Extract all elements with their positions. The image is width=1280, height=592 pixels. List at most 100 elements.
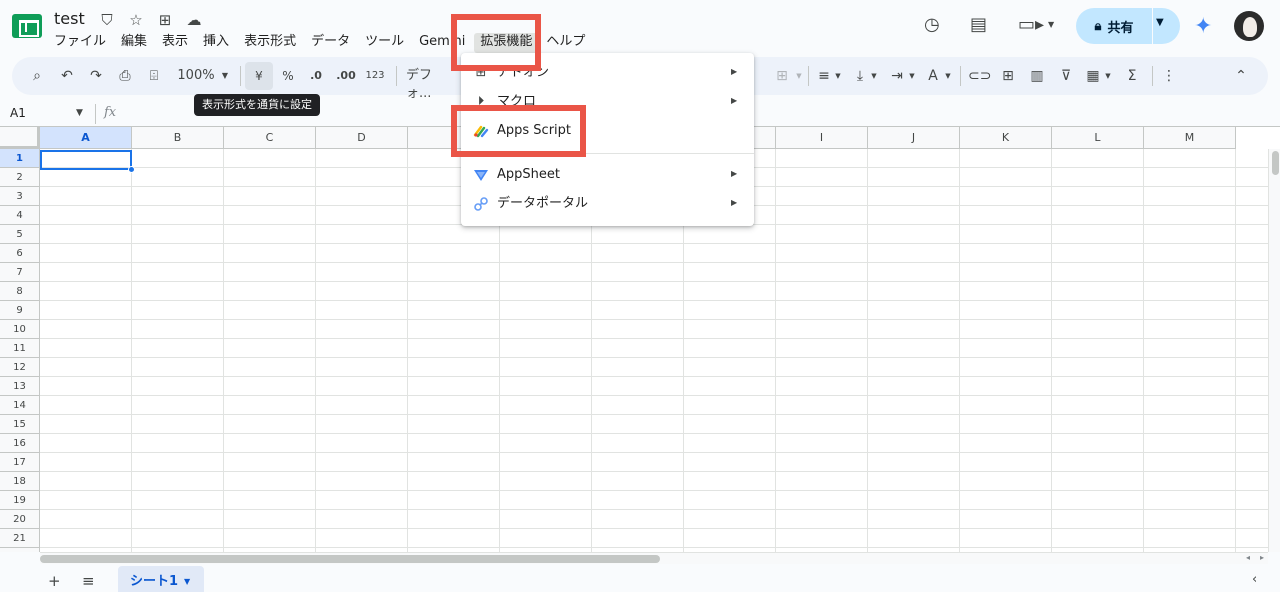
sheets-logo[interactable]	[12, 14, 42, 38]
menu-edit[interactable]: 編集	[121, 33, 154, 53]
vertical-align-icon[interactable]: ⤓	[851, 67, 869, 85]
row-header[interactable]: 4	[0, 206, 40, 225]
menu-data[interactable]: データ	[311, 33, 357, 53]
menu-help[interactable]: ヘルプ	[546, 33, 592, 53]
selected-cell[interactable]	[40, 150, 132, 170]
row-header[interactable]: 20	[0, 510, 40, 529]
insert-comment-icon[interactable]: ⊞	[998, 67, 1018, 85]
add-sheet-icon[interactable]: +	[48, 572, 61, 590]
column-header[interactable]: M	[1144, 127, 1236, 149]
share-caret-icon[interactable]: ▼	[1156, 17, 1164, 28]
sheet-tab[interactable]: シート1	[118, 566, 204, 592]
menu-item-appsheet[interactable]: AppSheet ▶	[461, 162, 754, 190]
row-header[interactable]: 7	[0, 263, 40, 282]
row-header[interactable]: 5	[0, 225, 40, 244]
more-options-icon[interactable]: ⋮	[1160, 67, 1178, 85]
more-formats-button[interactable]: 123	[364, 67, 386, 85]
menu-insert[interactable]: 挿入	[203, 33, 236, 53]
rotation-caret-icon[interactable]: ▼	[944, 67, 952, 85]
paint-format-icon[interactable]: ⌹	[145, 67, 163, 85]
collapse-menus-icon[interactable]: ⌃	[1232, 67, 1250, 85]
row-header[interactable]: 19	[0, 491, 40, 510]
row-header[interactable]: 9	[0, 301, 40, 320]
valign-caret-icon[interactable]: ▼	[870, 67, 878, 85]
row-header[interactable]: 13	[0, 377, 40, 396]
merge-caret-icon[interactable]: ▼	[795, 67, 803, 85]
column-header[interactable]: I	[776, 127, 868, 149]
increase-decimal-button[interactable]: .00	[333, 67, 359, 85]
star-icon[interactable]: ☆	[127, 11, 145, 29]
menu-file[interactable]: ファイル	[54, 33, 113, 53]
filter-views-icon[interactable]: ▦	[1083, 67, 1103, 85]
share-main[interactable]: 🔒︎ 共有	[1076, 8, 1152, 44]
insert-chart-icon[interactable]: ▥	[1027, 67, 1047, 85]
meet-caret-icon[interactable]: ▼	[1048, 20, 1054, 29]
horizontal-align-icon[interactable]: ≡	[815, 67, 833, 85]
column-header[interactable]: J	[868, 127, 960, 149]
align-caret-icon[interactable]: ▼	[834, 67, 842, 85]
insert-link-icon[interactable]: ⊂⊃	[968, 67, 991, 85]
redo-icon[interactable]: ↷	[87, 67, 105, 85]
zoom-select[interactable]: 100%	[176, 67, 216, 85]
row-header[interactable]: 6	[0, 244, 40, 263]
menu-tools[interactable]: ツール	[365, 33, 411, 53]
print-icon[interactable]: ⎙	[116, 67, 134, 85]
column-header[interactable]: D	[316, 127, 408, 149]
column-header[interactable]: K	[960, 127, 1052, 149]
row-header[interactable]: 22	[0, 548, 40, 552]
gemini-icon[interactable]: ✦	[1194, 14, 1212, 39]
row-header[interactable]: 1	[0, 149, 40, 168]
row-header[interactable]: 15	[0, 415, 40, 434]
share-button[interactable]: 🔒︎ 共有 ▼	[1076, 8, 1180, 44]
row-header[interactable]: 17	[0, 453, 40, 472]
cloud-status-icon[interactable]: ☁	[185, 11, 203, 29]
row-header[interactable]: 10	[0, 320, 40, 339]
row-header[interactable]: 16	[0, 434, 40, 453]
fill-handle[interactable]	[128, 166, 135, 173]
version-history-icon[interactable]: ◷	[924, 14, 940, 35]
select-all-corner[interactable]	[0, 127, 40, 149]
menu-format[interactable]: 表示形式	[244, 33, 303, 53]
row-header[interactable]: 3	[0, 187, 40, 206]
row-header[interactable]: 18	[0, 472, 40, 491]
horizontal-scrollbar[interactable]	[40, 552, 1268, 564]
row-header[interactable]: 21	[0, 529, 40, 548]
scroll-right-icon[interactable]: ▸	[1260, 553, 1264, 562]
functions-icon[interactable]: Σ	[1122, 67, 1142, 85]
column-header[interactable]: A	[40, 127, 132, 149]
avatar[interactable]	[1234, 11, 1264, 41]
column-header[interactable]: B	[132, 127, 224, 149]
zoom-caret-icon[interactable]: ▼	[220, 67, 230, 85]
scroll-left-icon[interactable]: ◂	[1246, 553, 1250, 562]
filter-views-caret-icon[interactable]: ▼	[1104, 67, 1112, 85]
cloud-shield-icon[interactable]: ⛉	[98, 11, 116, 29]
all-sheets-icon[interactable]: ≡	[82, 572, 95, 590]
doc-title[interactable]: test	[54, 9, 85, 28]
name-box-caret-icon[interactable]: ▼	[76, 108, 83, 118]
column-header[interactable]: C	[224, 127, 316, 149]
search-menus-icon[interactable]: ⌕	[28, 67, 46, 85]
row-header[interactable]: 14	[0, 396, 40, 415]
vertical-scrollbar[interactable]	[1268, 149, 1280, 552]
row-header[interactable]: 2	[0, 168, 40, 187]
name-box[interactable]: A1	[10, 106, 26, 120]
explore-collapse-icon[interactable]: ‹	[1252, 572, 1257, 587]
menu-view[interactable]: 表示	[162, 33, 195, 53]
merge-cells-icon[interactable]: ⊞	[772, 67, 792, 85]
wrap-caret-icon[interactable]: ▼	[908, 67, 916, 85]
menu-item-data-portal[interactable]: データポータル ▶	[461, 191, 754, 219]
sheet-tab-caret-icon[interactable]: ▼	[184, 577, 190, 586]
move-folder-icon[interactable]: ⊞	[156, 11, 174, 29]
horizontal-scroll-thumb[interactable]	[40, 555, 660, 563]
meet-icon[interactable]: ▭▸	[1018, 14, 1044, 35]
filter-icon[interactable]: ⊽	[1056, 67, 1076, 85]
vertical-scroll-thumb[interactable]	[1272, 151, 1279, 175]
column-header[interactable]: L	[1052, 127, 1144, 149]
row-header[interactable]: 12	[0, 358, 40, 377]
undo-icon[interactable]: ↶	[58, 67, 76, 85]
text-wrapping-icon[interactable]: ⇥	[888, 67, 906, 85]
text-rotation-icon[interactable]: A	[924, 67, 942, 85]
font-select[interactable]: デフォ...	[406, 67, 456, 101]
decrease-decimal-button[interactable]: .0	[305, 67, 327, 85]
percent-button[interactable]: %	[279, 67, 297, 85]
